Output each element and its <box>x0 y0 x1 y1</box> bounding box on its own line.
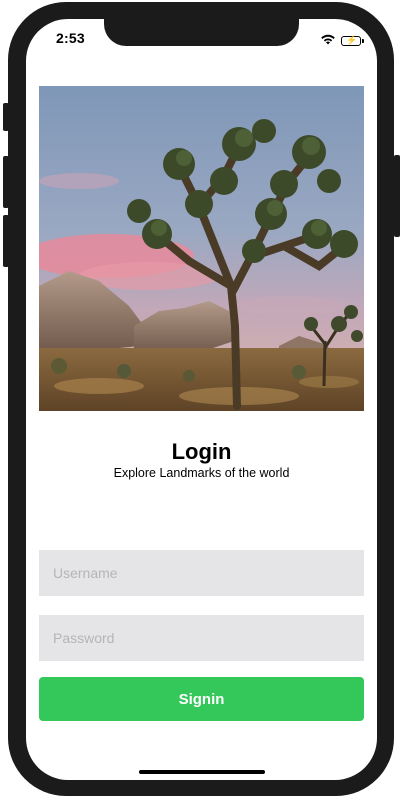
status-time: 2:53 <box>56 30 85 46</box>
hero-image <box>39 86 364 411</box>
page-title: Login <box>171 439 232 464</box>
app-screen: 2:53 ⚡ Login Explore Landmarks of the wo… <box>26 19 377 780</box>
volume-down-button <box>3 215 9 267</box>
password-input[interactable] <box>39 615 364 661</box>
mute-switch <box>3 103 9 131</box>
desert-landmark-photo <box>39 86 364 411</box>
signin-button[interactable]: Signin <box>39 677 364 721</box>
battery-charging-icon: ⚡ <box>341 35 364 46</box>
page-subtitle: Explore Landmarks of the world <box>113 466 290 480</box>
status-icons: ⚡ <box>320 32 364 50</box>
username-input[interactable] <box>39 550 364 596</box>
volume-up-button <box>3 156 9 208</box>
power-button <box>394 155 400 237</box>
wifi-icon <box>320 32 336 50</box>
notch <box>104 19 299 46</box>
home-indicator[interactable] <box>139 770 265 774</box>
